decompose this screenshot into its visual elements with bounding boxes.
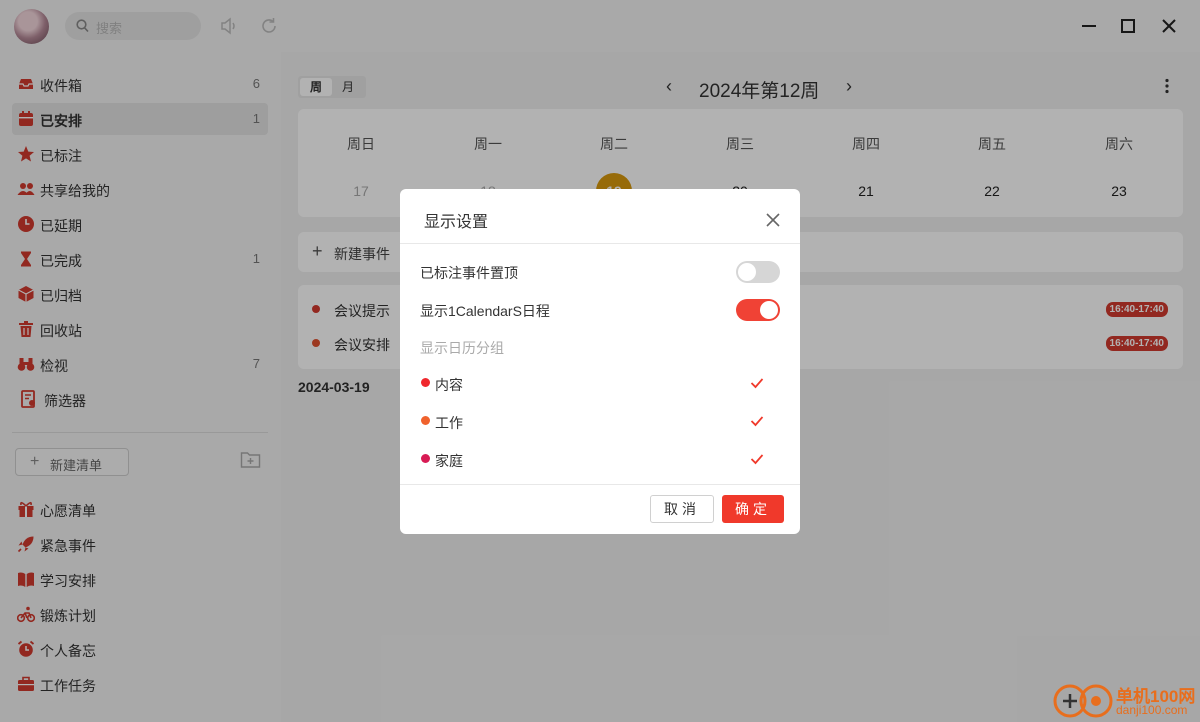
dialog-divider	[400, 243, 800, 244]
pin-starred-label: 已标注事件置顶	[420, 265, 518, 281]
ok-button[interactable]: 确定	[722, 495, 784, 523]
group-label: 家庭	[435, 453, 463, 469]
watermark-logo-icon	[1053, 684, 1113, 718]
show-calendars-label: 显示1CalendarS日程	[420, 303, 550, 319]
display-settings-dialog: 显示设置 已标注事件置顶 显示1CalendarS日程 显示日历分组 内容 工作…	[400, 189, 800, 534]
watermark-url: danji100.com	[1116, 703, 1188, 717]
dialog-title: 显示设置	[424, 214, 489, 231]
calendar-groups-header: 显示日历分组	[420, 340, 504, 356]
close-icon[interactable]	[764, 211, 782, 229]
group-color-dot	[421, 454, 430, 463]
toggle-knob	[760, 301, 778, 319]
watermark: 单机100网 danji100.com	[1050, 680, 1200, 722]
check-icon[interactable]	[750, 453, 764, 465]
cancel-button[interactable]: 取消	[650, 495, 714, 523]
group-color-dot	[421, 378, 430, 387]
show-calendars-toggle[interactable]	[736, 299, 780, 321]
group-label: 内容	[435, 377, 463, 393]
check-icon[interactable]	[750, 377, 764, 389]
toggle-knob	[738, 263, 756, 281]
dialog-divider	[400, 484, 800, 485]
pin-starred-toggle[interactable]	[736, 261, 780, 283]
group-color-dot	[421, 416, 430, 425]
check-icon[interactable]	[750, 415, 764, 427]
group-label: 工作	[435, 415, 463, 431]
